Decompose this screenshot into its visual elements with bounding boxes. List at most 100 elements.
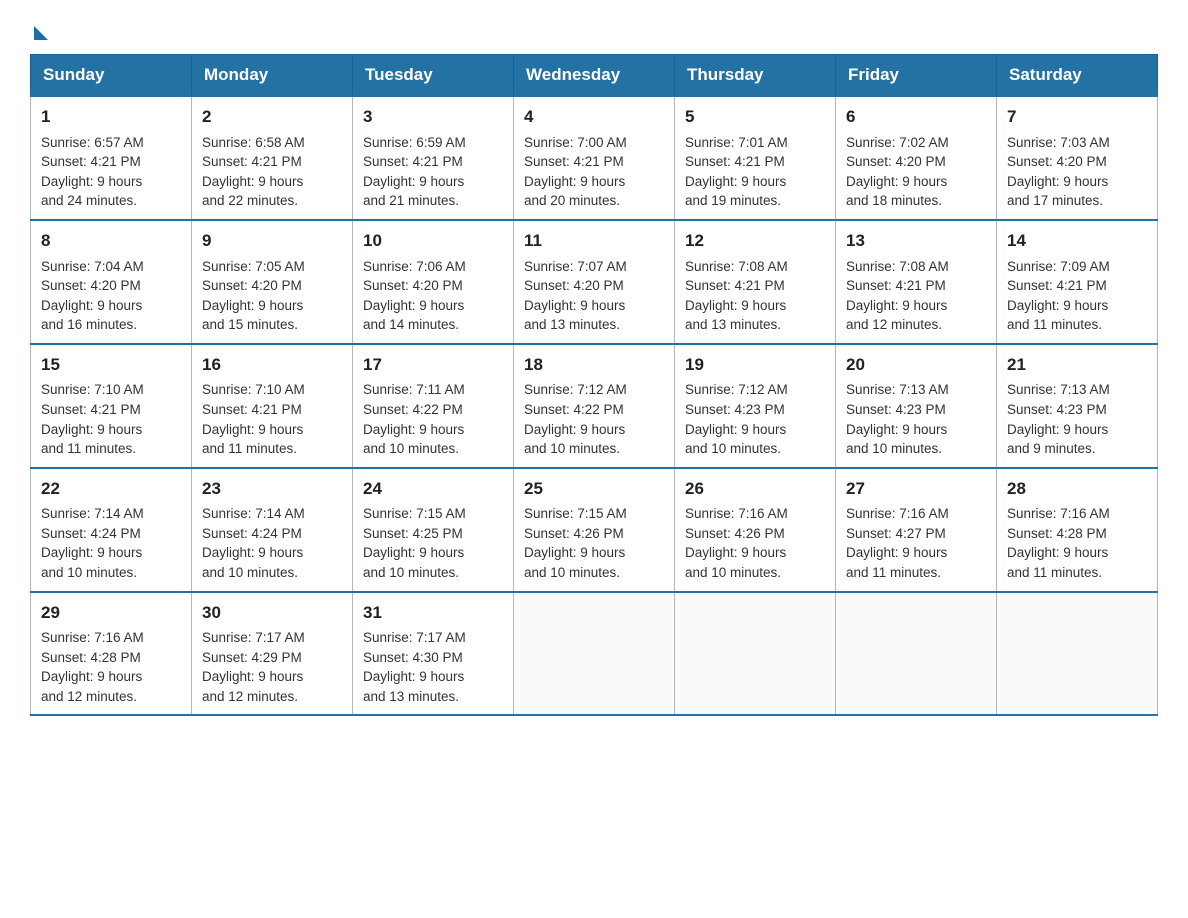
- day-info: Sunrise: 7:11 AMSunset: 4:22 PMDaylight:…: [363, 382, 465, 456]
- calendar-day-cell: 26 Sunrise: 7:16 AMSunset: 4:26 PMDaylig…: [675, 468, 836, 592]
- calendar-day-cell: [675, 592, 836, 716]
- day-info: Sunrise: 7:15 AMSunset: 4:26 PMDaylight:…: [524, 506, 627, 580]
- calendar-week-row: 8 Sunrise: 7:04 AMSunset: 4:20 PMDayligh…: [31, 220, 1158, 344]
- day-info: Sunrise: 7:04 AMSunset: 4:20 PMDaylight:…: [41, 259, 144, 333]
- calendar-day-cell: 7 Sunrise: 7:03 AMSunset: 4:20 PMDayligh…: [997, 96, 1158, 220]
- day-info: Sunrise: 6:57 AMSunset: 4:21 PMDaylight:…: [41, 135, 144, 209]
- day-info: Sunrise: 7:06 AMSunset: 4:20 PMDaylight:…: [363, 259, 466, 333]
- calendar-table: SundayMondayTuesdayWednesdayThursdayFrid…: [30, 54, 1158, 716]
- day-info: Sunrise: 7:12 AMSunset: 4:22 PMDaylight:…: [524, 382, 627, 456]
- day-number: 28: [1007, 477, 1147, 502]
- day-info: Sunrise: 7:14 AMSunset: 4:24 PMDaylight:…: [41, 506, 144, 580]
- day-info: Sunrise: 7:15 AMSunset: 4:25 PMDaylight:…: [363, 506, 466, 580]
- day-info: Sunrise: 7:12 AMSunset: 4:23 PMDaylight:…: [685, 382, 788, 456]
- calendar-day-cell: 19 Sunrise: 7:12 AMSunset: 4:23 PMDaylig…: [675, 344, 836, 468]
- day-number: 19: [685, 353, 825, 378]
- day-number: 12: [685, 229, 825, 254]
- day-info: Sunrise: 7:14 AMSunset: 4:24 PMDaylight:…: [202, 506, 305, 580]
- day-info: Sunrise: 7:16 AMSunset: 4:26 PMDaylight:…: [685, 506, 788, 580]
- calendar-week-row: 15 Sunrise: 7:10 AMSunset: 4:21 PMDaylig…: [31, 344, 1158, 468]
- day-number: 17: [363, 353, 503, 378]
- day-number: 18: [524, 353, 664, 378]
- day-number: 14: [1007, 229, 1147, 254]
- calendar-day-cell: 8 Sunrise: 7:04 AMSunset: 4:20 PMDayligh…: [31, 220, 192, 344]
- day-info: Sunrise: 7:16 AMSunset: 4:28 PMDaylight:…: [1007, 506, 1110, 580]
- calendar-day-cell: 16 Sunrise: 7:10 AMSunset: 4:21 PMDaylig…: [192, 344, 353, 468]
- calendar-day-cell: 27 Sunrise: 7:16 AMSunset: 4:27 PMDaylig…: [836, 468, 997, 592]
- calendar-day-cell: 29 Sunrise: 7:16 AMSunset: 4:28 PMDaylig…: [31, 592, 192, 716]
- calendar-week-row: 1 Sunrise: 6:57 AMSunset: 4:21 PMDayligh…: [31, 96, 1158, 220]
- calendar-day-cell: 28 Sunrise: 7:16 AMSunset: 4:28 PMDaylig…: [997, 468, 1158, 592]
- calendar-week-row: 29 Sunrise: 7:16 AMSunset: 4:28 PMDaylig…: [31, 592, 1158, 716]
- logo-arrow-icon: [34, 26, 48, 40]
- day-number: 5: [685, 105, 825, 130]
- day-info: Sunrise: 7:08 AMSunset: 4:21 PMDaylight:…: [685, 259, 788, 333]
- page-header: [30, 20, 1158, 36]
- day-number: 11: [524, 229, 664, 254]
- calendar-day-cell: [997, 592, 1158, 716]
- day-number: 21: [1007, 353, 1147, 378]
- calendar-day-cell: 6 Sunrise: 7:02 AMSunset: 4:20 PMDayligh…: [836, 96, 997, 220]
- calendar-day-cell: 1 Sunrise: 6:57 AMSunset: 4:21 PMDayligh…: [31, 96, 192, 220]
- day-number: 27: [846, 477, 986, 502]
- day-number: 6: [846, 105, 986, 130]
- weekday-header-wednesday: Wednesday: [514, 55, 675, 97]
- day-number: 26: [685, 477, 825, 502]
- calendar-day-cell: 14 Sunrise: 7:09 AMSunset: 4:21 PMDaylig…: [997, 220, 1158, 344]
- calendar-day-cell: 2 Sunrise: 6:58 AMSunset: 4:21 PMDayligh…: [192, 96, 353, 220]
- day-number: 1: [41, 105, 181, 130]
- calendar-day-cell: 30 Sunrise: 7:17 AMSunset: 4:29 PMDaylig…: [192, 592, 353, 716]
- weekday-header-saturday: Saturday: [997, 55, 1158, 97]
- day-number: 2: [202, 105, 342, 130]
- weekday-header-tuesday: Tuesday: [353, 55, 514, 97]
- calendar-day-cell: 22 Sunrise: 7:14 AMSunset: 4:24 PMDaylig…: [31, 468, 192, 592]
- day-number: 7: [1007, 105, 1147, 130]
- calendar-day-cell: 24 Sunrise: 7:15 AMSunset: 4:25 PMDaylig…: [353, 468, 514, 592]
- calendar-day-cell: 18 Sunrise: 7:12 AMSunset: 4:22 PMDaylig…: [514, 344, 675, 468]
- day-number: 15: [41, 353, 181, 378]
- calendar-day-cell: 12 Sunrise: 7:08 AMSunset: 4:21 PMDaylig…: [675, 220, 836, 344]
- day-number: 22: [41, 477, 181, 502]
- day-number: 20: [846, 353, 986, 378]
- day-info: Sunrise: 7:00 AMSunset: 4:21 PMDaylight:…: [524, 135, 627, 209]
- day-number: 30: [202, 601, 342, 626]
- calendar-day-cell: 13 Sunrise: 7:08 AMSunset: 4:21 PMDaylig…: [836, 220, 997, 344]
- calendar-day-cell: 3 Sunrise: 6:59 AMSunset: 4:21 PMDayligh…: [353, 96, 514, 220]
- calendar-day-cell: 9 Sunrise: 7:05 AMSunset: 4:20 PMDayligh…: [192, 220, 353, 344]
- day-info: Sunrise: 7:13 AMSunset: 4:23 PMDaylight:…: [1007, 382, 1110, 456]
- day-number: 3: [363, 105, 503, 130]
- day-info: Sunrise: 7:07 AMSunset: 4:20 PMDaylight:…: [524, 259, 627, 333]
- day-info: Sunrise: 7:17 AMSunset: 4:30 PMDaylight:…: [363, 630, 466, 704]
- day-number: 4: [524, 105, 664, 130]
- day-info: Sunrise: 7:02 AMSunset: 4:20 PMDaylight:…: [846, 135, 949, 209]
- weekday-header-monday: Monday: [192, 55, 353, 97]
- calendar-day-cell: 21 Sunrise: 7:13 AMSunset: 4:23 PMDaylig…: [997, 344, 1158, 468]
- calendar-day-cell: 17 Sunrise: 7:11 AMSunset: 4:22 PMDaylig…: [353, 344, 514, 468]
- day-info: Sunrise: 7:05 AMSunset: 4:20 PMDaylight:…: [202, 259, 305, 333]
- calendar-day-cell: 11 Sunrise: 7:07 AMSunset: 4:20 PMDaylig…: [514, 220, 675, 344]
- day-number: 24: [363, 477, 503, 502]
- calendar-day-cell: 5 Sunrise: 7:01 AMSunset: 4:21 PMDayligh…: [675, 96, 836, 220]
- weekday-header-friday: Friday: [836, 55, 997, 97]
- day-info: Sunrise: 7:10 AMSunset: 4:21 PMDaylight:…: [202, 382, 305, 456]
- day-number: 16: [202, 353, 342, 378]
- day-info: Sunrise: 7:08 AMSunset: 4:21 PMDaylight:…: [846, 259, 949, 333]
- calendar-day-cell: 10 Sunrise: 7:06 AMSunset: 4:20 PMDaylig…: [353, 220, 514, 344]
- calendar-day-cell: 20 Sunrise: 7:13 AMSunset: 4:23 PMDaylig…: [836, 344, 997, 468]
- day-number: 31: [363, 601, 503, 626]
- calendar-day-cell: 23 Sunrise: 7:14 AMSunset: 4:24 PMDaylig…: [192, 468, 353, 592]
- logo: [30, 20, 48, 36]
- weekday-header-thursday: Thursday: [675, 55, 836, 97]
- calendar-day-cell: [836, 592, 997, 716]
- day-info: Sunrise: 7:13 AMSunset: 4:23 PMDaylight:…: [846, 382, 949, 456]
- calendar-week-row: 22 Sunrise: 7:14 AMSunset: 4:24 PMDaylig…: [31, 468, 1158, 592]
- day-info: Sunrise: 7:16 AMSunset: 4:28 PMDaylight:…: [41, 630, 144, 704]
- day-info: Sunrise: 7:10 AMSunset: 4:21 PMDaylight:…: [41, 382, 144, 456]
- day-info: Sunrise: 7:16 AMSunset: 4:27 PMDaylight:…: [846, 506, 949, 580]
- calendar-day-cell: 4 Sunrise: 7:00 AMSunset: 4:21 PMDayligh…: [514, 96, 675, 220]
- day-info: Sunrise: 7:17 AMSunset: 4:29 PMDaylight:…: [202, 630, 305, 704]
- day-number: 8: [41, 229, 181, 254]
- day-info: Sunrise: 7:01 AMSunset: 4:21 PMDaylight:…: [685, 135, 788, 209]
- calendar-day-cell: 31 Sunrise: 7:17 AMSunset: 4:30 PMDaylig…: [353, 592, 514, 716]
- day-number: 29: [41, 601, 181, 626]
